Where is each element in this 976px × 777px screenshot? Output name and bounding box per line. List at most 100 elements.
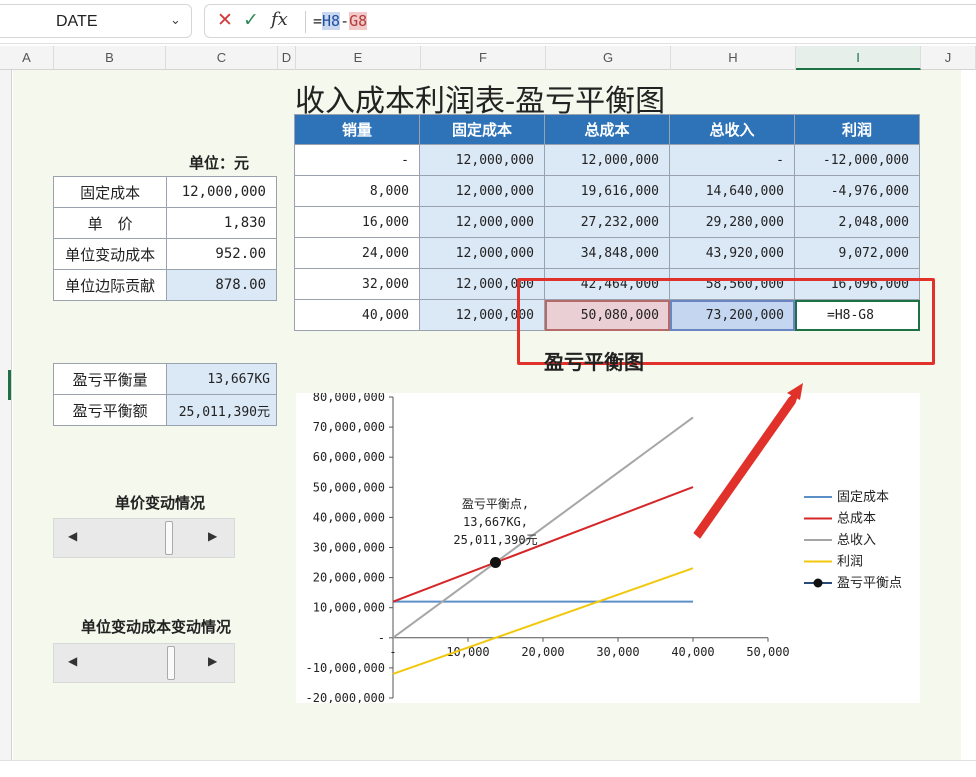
column-header-e[interactable]: E <box>296 46 421 70</box>
legend-label: 利润 <box>837 555 863 570</box>
table-header[interactable]: 总收入 <box>669 114 795 145</box>
table-row: 8,000 12,000,000 19,616,000 14,640,000 -… <box>294 175 920 207</box>
x-tick-label: 50,000 <box>746 645 789 659</box>
param-value[interactable]: 12,000,000 <box>166 176 277 208</box>
x-tick-label: 30,000 <box>596 645 639 659</box>
column-header-f[interactable]: F <box>421 46 546 70</box>
breakeven-label[interactable]: 盈亏平衡额 <box>52 394 168 426</box>
table-row: - 12,000,000 12,000,000 - -12,000,000 <box>294 144 920 176</box>
row-header-column <box>0 70 12 777</box>
table-cell[interactable]: 12,000,000 <box>419 237 545 269</box>
formula-ref-h8: H8 <box>322 12 341 30</box>
table-cell[interactable]: 8,000 <box>294 175 420 207</box>
param-value[interactable]: 952.00 <box>166 238 277 270</box>
varcost-control-title: 单位变动成本变动情况 <box>81 618 232 636</box>
table-header[interactable]: 总成本 <box>544 114 670 145</box>
legend-label: 总成本 <box>837 512 876 527</box>
table-row: 固定成本 12,000,000 <box>52 176 277 208</box>
table-cell[interactable]: 19,616,000 <box>544 175 670 207</box>
table-cell[interactable]: 24,000 <box>294 237 420 269</box>
table-cell[interactable]: 32,000 <box>294 268 420 300</box>
table-cell[interactable]: 40,000 <box>294 299 420 331</box>
breakeven-value[interactable]: 13,667KG <box>166 363 277 395</box>
data-label: 盈亏平衡点, <box>462 497 529 511</box>
table-cell[interactable]: 2,048,000 <box>794 206 920 238</box>
table-cell[interactable]: 14,640,000 <box>669 175 795 207</box>
table-cell[interactable]: 12,000,000 <box>419 175 545 207</box>
varcost-scrollbar[interactable]: ◀ ▶ <box>53 643 235 683</box>
sheet-canvas[interactable]: 收入成本利润表-盈亏平衡图 单位：元 固定成本 12,000,000 单 价 1… <box>13 70 961 760</box>
table-cell[interactable]: -4,976,000 <box>794 175 920 207</box>
table-cell[interactable]: 12,000,000 <box>544 144 670 176</box>
x-tick-label: 20,000 <box>521 645 564 659</box>
scrollbar-thumb[interactable] <box>164 521 173 555</box>
table-cell[interactable]: 12,000,000 <box>419 206 545 238</box>
table-cell[interactable]: - <box>669 144 795 176</box>
table-row: 单位变动成本 952.00 <box>52 238 277 270</box>
formula-ref-g8: G8 <box>349 12 368 30</box>
param-value[interactable]: 1,830 <box>166 207 277 239</box>
scroll-right-icon[interactable]: ▶ <box>208 529 217 543</box>
legend-marker <box>813 578 823 588</box>
table-cell[interactable]: 16,000 <box>294 206 420 238</box>
table-cell[interactable]: 34,848,000 <box>544 237 670 269</box>
scroll-right-icon[interactable]: ▶ <box>208 654 217 668</box>
chart-svg: -20,000,000-10,000,000-10,000,00020,000,… <box>306 390 903 705</box>
name-box-value: DATE <box>56 13 98 30</box>
table-cell[interactable]: 29,280,000 <box>669 206 795 238</box>
breakeven-chart[interactable]: -20,000,000 -10,000,000-10,000,000 20,000,… <box>296 390 920 705</box>
table-row: 单位边际贡献 878.00 <box>52 269 277 301</box>
formula-panel: ✕ ✓ fx =H8-G8 <box>204 4 976 38</box>
column-header-g[interactable]: G <box>546 46 671 70</box>
breakeven-label[interactable]: 盈亏平衡量 <box>52 363 168 395</box>
table-cell[interactable]: 43,920,000 <box>669 237 795 269</box>
table-cell[interactable]: 27,232,000 <box>544 206 670 238</box>
column-header-c[interactable]: C <box>166 46 278 70</box>
confirm-icon[interactable]: ✓ <box>243 9 259 31</box>
price-scrollbar[interactable]: ◀ ▶ <box>53 518 235 558</box>
unit-label: 单位：元 <box>189 154 250 172</box>
y-tick-label: 40,000,000 <box>313 510 385 524</box>
active-row-marker <box>8 370 11 400</box>
param-label[interactable]: 单 价 <box>52 207 168 239</box>
column-header-h[interactable]: H <box>671 46 796 70</box>
table-cell[interactable]: -12,000,000 <box>794 144 920 176</box>
table-cell[interactable]: 9,072,000 <box>794 237 920 269</box>
table-row: 16,000 12,000,000 27,232,000 29,280,000 … <box>294 206 920 238</box>
column-header-b[interactable]: B <box>54 46 166 70</box>
param-label[interactable]: 固定成本 <box>52 176 168 208</box>
column-header-j[interactable]: J <box>921 46 976 70</box>
table-cell[interactable]: 12,000,000 <box>419 144 545 176</box>
scroll-left-icon[interactable]: ◀ <box>68 654 77 668</box>
table-header-row: 销量 固定成本 总成本 总收入 利润 <box>294 114 920 145</box>
name-box[interactable]: DATE ⌄ <box>0 4 192 38</box>
fx-icon[interactable]: fx <box>271 9 288 30</box>
parameter-table: 固定成本 12,000,000 单 价 1,830 单位变动成本 952.00 … <box>52 176 277 301</box>
column-header-d[interactable]: D <box>278 46 296 70</box>
table-header[interactable]: 销量 <box>294 114 420 145</box>
table-cell[interactable]: - <box>294 144 420 176</box>
param-label[interactable]: 单位边际贡献 <box>52 269 168 301</box>
y-tick-label: 20,000,000 <box>313 571 385 585</box>
column-header-a[interactable]: A <box>0 46 54 70</box>
chevron-down-icon[interactable]: ⌄ <box>170 13 181 28</box>
formula-input[interactable]: =H8-G8 <box>313 12 368 30</box>
formula-minus: - <box>340 12 350 30</box>
series-line <box>392 416 694 639</box>
scrollbar-thumb[interactable] <box>167 646 175 680</box>
param-label[interactable]: 单位变动成本 <box>52 238 168 270</box>
y-tick-label: 70,000,000 <box>313 420 385 434</box>
table-header[interactable]: 固定成本 <box>419 114 545 145</box>
table-header[interactable]: 利润 <box>794 114 920 145</box>
status-bar <box>0 760 976 777</box>
table-row: 单 价 1,830 <box>52 207 277 239</box>
table-row: 24,000 12,000,000 34,848,000 43,920,000 … <box>294 237 920 269</box>
y-tick-label: 80,000,000 <box>313 393 385 404</box>
breakeven-value[interactable]: 25,011,390元 <box>166 394 277 426</box>
cancel-icon[interactable]: ✕ <box>217 9 233 31</box>
y-tick-label: 50,000,000 <box>313 480 385 494</box>
scroll-left-icon[interactable]: ◀ <box>68 529 77 543</box>
param-value[interactable]: 878.00 <box>166 269 277 301</box>
column-header-i[interactable]: I <box>796 46 921 70</box>
legend-label: 总收入 <box>837 533 876 548</box>
